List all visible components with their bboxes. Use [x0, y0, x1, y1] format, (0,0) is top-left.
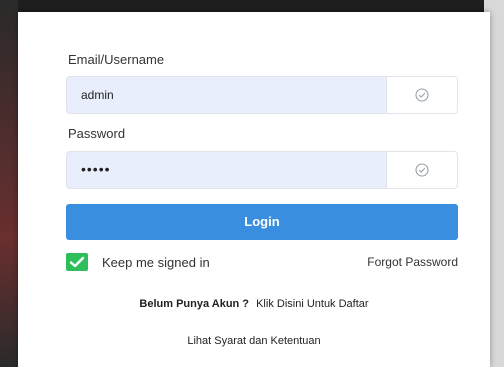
email-label: Email/Username [68, 52, 165, 67]
password-addon [386, 152, 457, 188]
email-addon [386, 77, 457, 113]
check-circle-icon [415, 88, 429, 102]
register-link[interactable]: Klik Disini Untuk Daftar [256, 298, 368, 310]
backdrop-left-strip [0, 0, 18, 367]
password-field[interactable]: ••••• [66, 151, 458, 189]
register-line: Belum Punya Akun ? Klik Disini Untuk Daf… [18, 298, 490, 310]
remember-checkbox[interactable] [66, 253, 88, 271]
register-question: Belum Punya Akun ? [139, 298, 250, 310]
terms-link[interactable]: Lihat Syarat dan Ketentuan [18, 335, 490, 347]
password-label: Password [68, 126, 126, 141]
checkmark-icon [69, 256, 85, 268]
forgot-password-link[interactable]: Forgot Password [367, 255, 458, 269]
login-button[interactable]: Login [66, 204, 458, 240]
password-value[interactable]: ••••• [81, 152, 111, 188]
check-circle-icon [415, 163, 429, 177]
email-value[interactable]: admin [81, 77, 114, 113]
login-card: Email/Username admin Password ••••• Logi… [18, 12, 490, 367]
email-field[interactable]: admin [66, 76, 458, 114]
remember-label: Keep me signed in [102, 255, 210, 270]
